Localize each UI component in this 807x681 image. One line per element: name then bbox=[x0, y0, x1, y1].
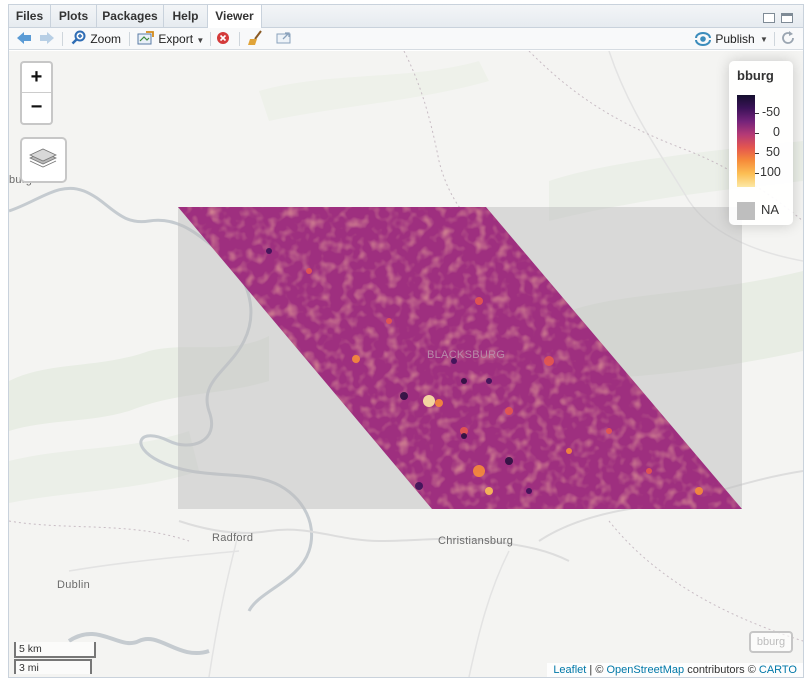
scale-bar-imperial: 3 mi bbox=[14, 659, 92, 674]
publish-icon bbox=[695, 32, 711, 46]
tab-files[interactable]: Files bbox=[9, 5, 51, 28]
map-label-radford: Radford bbox=[212, 532, 254, 544]
raster-cell bbox=[526, 488, 532, 494]
attribution-contributors: contributors © bbox=[684, 664, 759, 676]
show-in-window-button[interactable] bbox=[275, 30, 293, 48]
zoom-control: + − bbox=[20, 61, 53, 125]
refresh-icon bbox=[782, 31, 794, 44]
raster-cell bbox=[352, 355, 360, 363]
raster-cell bbox=[646, 468, 652, 474]
openstreetmap-link[interactable]: OpenStreetMap bbox=[606, 664, 684, 676]
tab-help[interactable]: Help bbox=[164, 5, 208, 28]
raster-cell bbox=[461, 433, 467, 439]
publish-button[interactable]: Publish bbox=[694, 30, 755, 48]
clear-all-button[interactable] bbox=[247, 30, 265, 48]
raster-cell bbox=[415, 482, 423, 490]
raster-cell bbox=[486, 378, 492, 384]
raster-cell bbox=[266, 248, 272, 254]
legend-label: 100 bbox=[760, 165, 781, 179]
remove-viewer-button[interactable] bbox=[216, 30, 230, 48]
legend-title: bburg bbox=[737, 68, 774, 83]
raster-cell bbox=[423, 395, 435, 407]
zoom-icon bbox=[71, 30, 86, 45]
raster-cell bbox=[505, 457, 513, 465]
map-legend: bburg -50 0 50 100 NA bbox=[729, 61, 793, 225]
legend-label: 50 bbox=[766, 145, 780, 159]
refresh-button[interactable] bbox=[780, 30, 796, 48]
export-label: Export bbox=[158, 32, 194, 46]
export-icon bbox=[137, 31, 154, 45]
legend-label: -50 bbox=[762, 105, 781, 119]
tab-packages[interactable]: Packages bbox=[97, 5, 164, 28]
tab-plots[interactable]: Plots bbox=[51, 5, 97, 28]
tab-viewer[interactable]: Viewer bbox=[208, 5, 262, 29]
scale-bar-metric: 5 km bbox=[14, 642, 96, 658]
map-label-christiansburg: Christiansburg bbox=[438, 535, 514, 547]
map-label-dublin: Dublin bbox=[57, 579, 90, 591]
raster-cell bbox=[386, 318, 392, 324]
remove-icon bbox=[217, 32, 229, 44]
legend-na-label: NA bbox=[761, 202, 780, 217]
forward-arrow-icon[interactable] bbox=[38, 30, 56, 48]
layers-control-button[interactable] bbox=[20, 137, 67, 183]
zoom-out-button[interactable]: − bbox=[22, 93, 51, 123]
viewer-toolbar: Zoom Export ▼ Publish ▼ bbox=[9, 28, 803, 50]
leaflet-link[interactable]: Leaflet bbox=[553, 664, 586, 676]
zoom-label: Zoom bbox=[90, 32, 122, 46]
attribution-separator: | © bbox=[586, 664, 607, 676]
raster-cell bbox=[400, 392, 408, 400]
leaflet-map[interactable]: burg BLACKSBURG Radford Christiansburg D… bbox=[9, 51, 803, 677]
layer-name-badge[interactable]: bburg bbox=[749, 631, 793, 653]
zoom-in-button[interactable]: + bbox=[22, 63, 51, 93]
raster-cell bbox=[461, 378, 467, 384]
layers-icon bbox=[29, 148, 57, 168]
export-button[interactable]: Export ▼ bbox=[137, 30, 204, 48]
map-attribution: Leaflet | © OpenStreetMap contributors ©… bbox=[547, 663, 803, 677]
clear-broom-icon bbox=[248, 30, 262, 45]
raster-cell bbox=[566, 448, 572, 454]
minimize-pane-icon[interactable] bbox=[763, 13, 775, 23]
map-label-blacksburg: BLACKSBURG bbox=[427, 349, 506, 361]
maximize-pane-icon[interactable] bbox=[781, 13, 793, 23]
raster-cell bbox=[475, 297, 483, 305]
legend-na-swatch bbox=[737, 202, 755, 220]
legend-label: 0 bbox=[773, 125, 780, 139]
zoom-button[interactable]: Zoom bbox=[71, 30, 121, 48]
back-arrow-icon[interactable] bbox=[15, 30, 33, 48]
raster-cell bbox=[505, 407, 513, 415]
raster-cell bbox=[485, 487, 493, 495]
export-dropdown-icon: ▼ bbox=[196, 36, 205, 45]
viewer-pane: Files Plots Packages Help Viewer Zoom Ex… bbox=[8, 4, 804, 678]
raster-cell bbox=[695, 487, 703, 495]
publish-label: Publish bbox=[715, 32, 755, 46]
raster-cell bbox=[606, 428, 612, 434]
publish-dropdown-icon[interactable]: ▼ bbox=[760, 31, 768, 49]
raster-cell bbox=[435, 399, 443, 407]
basemap-tiles bbox=[9, 51, 803, 677]
raster-cell bbox=[306, 268, 312, 274]
carto-link[interactable]: CARTO bbox=[759, 664, 797, 676]
legend-color-bar bbox=[737, 95, 755, 187]
raster-cell bbox=[544, 356, 554, 366]
show-in-window-icon bbox=[276, 32, 291, 44]
raster-cell bbox=[473, 465, 485, 477]
pane-tab-strip: Files Plots Packages Help Viewer bbox=[9, 5, 803, 29]
